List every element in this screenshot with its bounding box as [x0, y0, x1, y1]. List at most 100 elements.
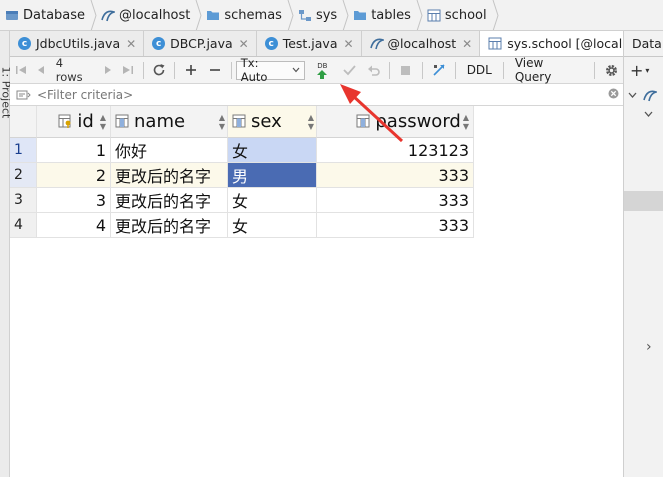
sort-icon[interactable]: ▲ ▼	[308, 113, 314, 131]
cell-id[interactable]: 1	[37, 138, 111, 163]
schema-icon	[298, 9, 312, 22]
chevron-down-icon[interactable]: ▾	[645, 66, 649, 75]
row-number[interactable]: 1	[10, 138, 37, 163]
cell-name[interactable]: 你好	[111, 138, 228, 163]
database-icon	[5, 9, 19, 22]
cell-sex[interactable]: 女	[228, 138, 317, 163]
cell-password[interactable]: 333	[317, 213, 474, 238]
filter-row: <Filter criteria>	[10, 84, 623, 106]
tab-label: sys.school [@localh	[507, 36, 623, 51]
chevron-right-icon	[194, 0, 203, 30]
class-icon: c	[18, 37, 31, 50]
tree-row-chevron[interactable]	[644, 111, 653, 118]
close-icon[interactable]: ✕	[462, 37, 472, 51]
transaction-mode-select[interactable]: Tx: Auto	[235, 56, 306, 84]
mysql-icon	[101, 9, 116, 22]
chevron-down-icon[interactable]	[628, 92, 637, 99]
sort-icon[interactable]: ▲ ▼	[100, 113, 106, 131]
next-page-icon[interactable]	[99, 57, 117, 84]
row-number[interactable]: 4	[10, 213, 37, 238]
column-label: sex	[251, 111, 282, 132]
column-icon	[356, 114, 371, 129]
close-icon[interactable]: ✕	[126, 37, 136, 51]
database-panel-title[interactable]: Database	[624, 31, 663, 57]
column-header-sex[interactable]: sex ▲ ▼	[228, 106, 317, 138]
tree-row[interactable]	[628, 89, 657, 102]
tab-test[interactable]: c Test.java ✕	[257, 31, 362, 56]
filter-input[interactable]: <Filter criteria>	[37, 88, 133, 102]
cell-password[interactable]: 123123	[317, 138, 474, 163]
table-row[interactable]: 3 3 更改后的名字 女 333	[10, 188, 474, 213]
editor-tab-bar: c JdbcUtils.java ✕ c DBCP.java ✕ c Test.…	[10, 31, 623, 57]
chevron-down-icon	[292, 67, 300, 73]
breadcrumb-item-localhost[interactable]: @localhost	[98, 0, 194, 30]
move-rows-icon[interactable]	[427, 57, 451, 84]
add-icon[interactable]: +	[630, 61, 643, 80]
cell-id[interactable]: 2	[37, 163, 111, 188]
previous-page-icon[interactable]	[32, 57, 50, 84]
toolbar-separator	[388, 61, 390, 79]
cell-id[interactable]: 3	[37, 188, 111, 213]
tab-label: Test.java	[282, 36, 338, 51]
first-page-icon[interactable]	[10, 57, 32, 84]
close-icon[interactable]: ✕	[343, 37, 353, 51]
tab-sys-school[interactable]: sys.school [@localh ✕	[480, 31, 623, 56]
cell-name[interactable]: 更改后的名字	[111, 163, 228, 188]
chevron-right-icon	[341, 0, 350, 30]
close-icon[interactable]: ✕	[239, 37, 249, 51]
class-icon: c	[152, 37, 166, 50]
breadcrumb-label: @localhost	[119, 7, 191, 23]
submit-changes-button[interactable]: DB	[307, 57, 337, 84]
cell-name[interactable]: 更改后的名字	[111, 188, 228, 213]
breadcrumb-item-database[interactable]: Database	[2, 0, 89, 30]
breadcrumb-item-tables[interactable]: tables	[350, 0, 415, 30]
cell-sex[interactable]: 女	[228, 188, 317, 213]
breadcrumb-label: sys	[315, 7, 338, 23]
table-row[interactable]: 2 2 更改后的名字 男 333	[10, 163, 474, 188]
row-number[interactable]: 3	[10, 188, 37, 213]
breadcrumb-item-sys[interactable]: sys	[295, 0, 341, 30]
row-number-header	[10, 106, 37, 138]
column-header-password[interactable]: password ▲ ▼	[317, 106, 474, 138]
cell-name[interactable]: 更改后的名字	[111, 213, 228, 238]
table-row[interactable]: 1 1 你好 女 123123	[10, 138, 474, 163]
row-number[interactable]: 2	[10, 163, 37, 188]
last-page-icon[interactable]	[117, 57, 139, 84]
cell-sex-selected[interactable]: 男	[228, 163, 317, 188]
breadcrumb-label: schemas	[224, 7, 282, 23]
cell-id[interactable]: 4	[37, 213, 111, 238]
tab-dbcp[interactable]: c DBCP.java ✕	[144, 31, 257, 56]
tree-row-selected[interactable]	[624, 191, 663, 211]
data-editor-toolbar: 4 rows Tx: Auto DB DDL View Query	[10, 56, 623, 84]
chevron-right-icon	[491, 0, 500, 30]
breadcrumb-item-schemas[interactable]: schemas	[203, 0, 286, 30]
stop-icon[interactable]	[394, 57, 418, 84]
chevron-right-icon[interactable]: ›	[646, 339, 652, 355]
ddl-button[interactable]: DDL	[460, 63, 499, 77]
refresh-icon[interactable]	[148, 57, 170, 84]
breadcrumb-item-school[interactable]: school	[424, 0, 491, 30]
chevron-right-icon	[286, 0, 295, 30]
view-query-button[interactable]: View Query	[508, 56, 590, 84]
sort-icon[interactable]: ▲ ▼	[463, 113, 469, 131]
tab-localhost[interactable]: @localhost ✕	[362, 31, 481, 56]
cell-password[interactable]: 333	[317, 163, 474, 188]
transaction-mode-label: Tx: Auto	[240, 56, 268, 84]
column-header-id[interactable]: id ▲ ▼	[37, 106, 111, 138]
cell-sex[interactable]: 女	[228, 213, 317, 238]
tab-label: DBCP.java	[170, 36, 233, 51]
clear-filter-icon[interactable]	[608, 88, 619, 102]
commit-icon[interactable]	[337, 57, 361, 84]
mysql-icon	[643, 89, 657, 102]
column-label: password	[375, 111, 461, 132]
gear-icon[interactable]	[599, 57, 623, 84]
sort-icon[interactable]: ▲ ▼	[219, 113, 225, 131]
add-row-icon[interactable]	[179, 57, 203, 84]
delete-row-icon[interactable]	[203, 57, 227, 84]
cell-password[interactable]: 333	[317, 188, 474, 213]
row-count[interactable]: 4 rows	[50, 56, 100, 84]
tab-jdbcutils[interactable]: c JdbcUtils.java ✕	[10, 31, 145, 56]
column-header-name[interactable]: name ▲ ▼	[111, 106, 228, 138]
rollback-icon[interactable]	[361, 57, 385, 84]
table-row[interactable]: 4 4 更改后的名字 女 333	[10, 213, 474, 238]
